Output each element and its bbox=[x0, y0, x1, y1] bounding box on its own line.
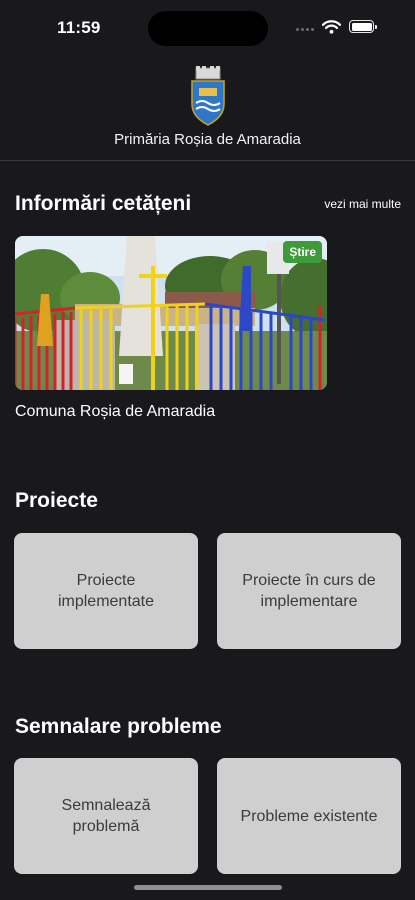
news-card[interactable]: Știre bbox=[15, 236, 327, 390]
news-badge: Știre bbox=[283, 241, 322, 263]
implemented-projects-button[interactable]: Proiecte implementate bbox=[14, 533, 198, 649]
report-issue-button[interactable]: Semnalează problemă bbox=[14, 758, 198, 874]
signal-dots-icon bbox=[296, 28, 318, 32]
wifi-icon bbox=[322, 20, 341, 34]
dynamic-island bbox=[148, 11, 268, 46]
existing-issues-button[interactable]: Probleme existente bbox=[217, 758, 401, 874]
news-image bbox=[15, 236, 327, 390]
status-bar: 11:59 bbox=[0, 0, 415, 58]
battery-icon bbox=[349, 20, 377, 33]
see-more-link[interactable]: vezi mai multe bbox=[324, 197, 401, 211]
home-indicator[interactable] bbox=[134, 885, 282, 890]
status-time: 11:59 bbox=[57, 18, 101, 37]
coat-of-arms-icon bbox=[191, 66, 225, 126]
news-section-title: Informări cetățeni bbox=[15, 192, 192, 215]
issues-section-title: Semnalare probleme bbox=[15, 715, 222, 738]
news-caption[interactable]: Comuna Roșia de Amaradia bbox=[15, 403, 215, 421]
projects-section-title: Proiecte bbox=[15, 489, 98, 512]
in-progress-projects-button[interactable]: Proiecte în curs de implementare bbox=[217, 533, 401, 649]
municipality-title: Primăria Roșia de Amaradia bbox=[114, 131, 301, 148]
app-header: Primăria Roșia de Amaradia bbox=[0, 62, 415, 161]
